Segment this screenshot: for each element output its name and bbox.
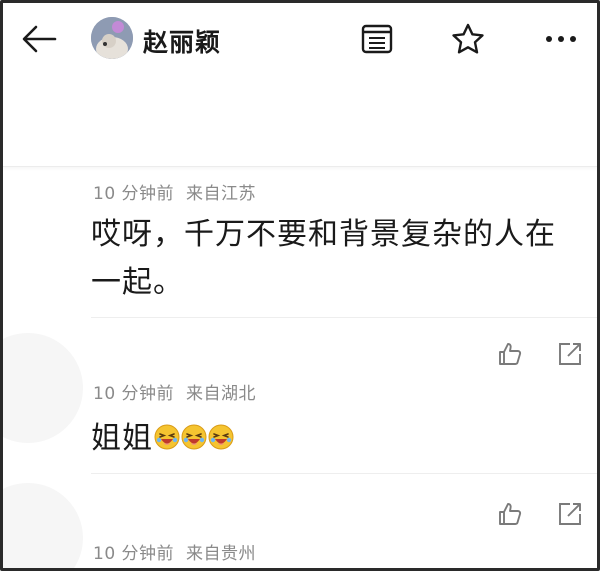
- share-icon: [559, 343, 581, 365]
- avatar[interactable]: [3, 483, 83, 568]
- comment-text-line: 一起。: [91, 265, 184, 300]
- back-button[interactable]: [19, 19, 59, 59]
- header-spacer: [3, 75, 597, 167]
- comment-time: 10 分钟前: [93, 544, 175, 564]
- more-button[interactable]: [543, 21, 579, 57]
- comment-time: 10 分钟前: [93, 184, 175, 204]
- laughing-face-emoji: [208, 417, 234, 450]
- like-button[interactable]: [495, 499, 525, 529]
- like-button[interactable]: [495, 339, 525, 369]
- share-button[interactable]: [555, 339, 585, 369]
- document-button[interactable]: [359, 21, 395, 57]
- screen-frame: 赵丽颖 10 分钟前 来自江苏 哎呀，千万不要和背景复杂的人在 一起。 10 分…: [0, 0, 600, 571]
- star-icon: [452, 23, 484, 54]
- comment-location: 来自江苏: [186, 184, 257, 204]
- comment-text[interactable]: 姐姐: [91, 415, 571, 463]
- comment-text-line: 哎呀，千万不要和背景复杂的人在: [91, 217, 556, 252]
- comment-meta: 10 分钟前 来自湖北: [93, 379, 256, 404]
- laughing-face-emoji: [154, 417, 180, 450]
- back-arrow-icon: [22, 25, 57, 53]
- comment-time: 10 分钟前: [93, 384, 175, 404]
- laughing-face-emoji: [181, 417, 207, 450]
- favorite-button[interactable]: [450, 21, 486, 57]
- comment-location: 来自贵州: [186, 544, 257, 564]
- comment-text[interactable]: 哎呀，千万不要和背景复杂的人在 一起。: [91, 211, 571, 307]
- avatar[interactable]: [3, 333, 83, 443]
- like-icon: [499, 343, 522, 365]
- user-name[interactable]: 赵丽颖: [143, 23, 221, 59]
- comment-meta: 10 分钟前 来自贵州: [93, 539, 256, 564]
- top-bar: 赵丽颖: [3, 3, 597, 75]
- divider: [91, 473, 597, 474]
- more-icon: [546, 36, 576, 42]
- share-icon: [559, 503, 581, 525]
- comment-location: 来自湖北: [186, 384, 257, 404]
- divider: [91, 317, 597, 318]
- comment-text-content: 姐姐: [91, 421, 153, 456]
- document-icon: [361, 24, 393, 54]
- avatar-image: [91, 17, 133, 59]
- like-icon: [499, 503, 522, 525]
- share-button[interactable]: [555, 499, 585, 529]
- emoji-row: [153, 421, 234, 456]
- comment-meta: 10 分钟前 来自江苏: [93, 179, 256, 204]
- avatar[interactable]: [91, 17, 133, 59]
